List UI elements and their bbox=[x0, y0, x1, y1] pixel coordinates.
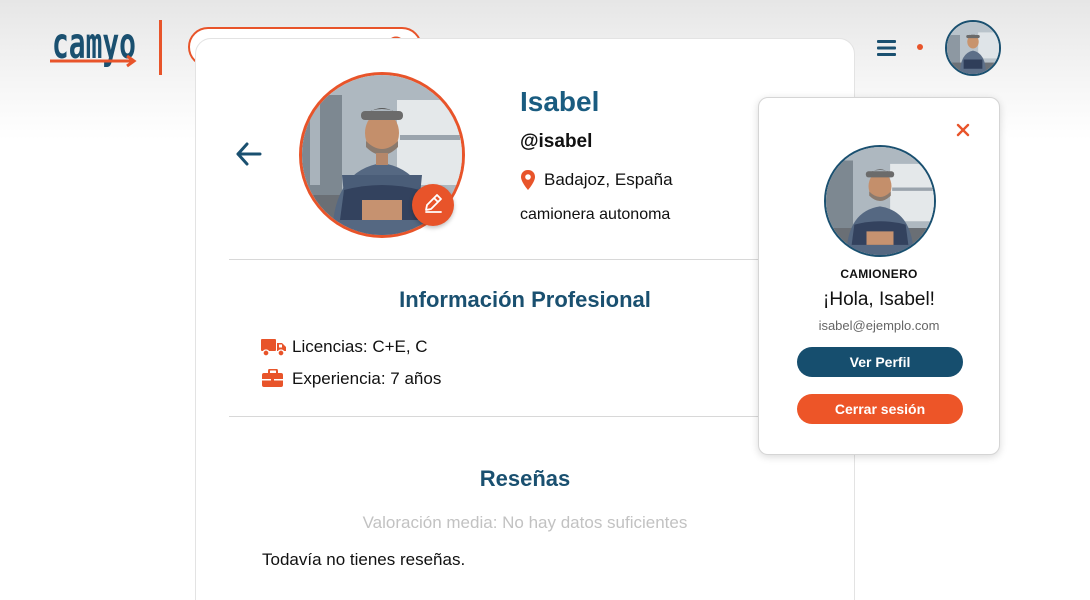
profile-name: Isabel bbox=[520, 86, 600, 117]
profile-handle: @isabel bbox=[520, 131, 593, 152]
popover-avatar bbox=[824, 145, 936, 257]
no-reviews-message: Todavía no tienes reseñas. bbox=[262, 550, 466, 569]
licenses-row: Licencias: C+E, C bbox=[261, 337, 428, 357]
greeting-text: ¡Hola, Isabel! bbox=[823, 289, 935, 310]
divider bbox=[229, 259, 821, 260]
user-email: isabel@ejemplo.com bbox=[818, 318, 940, 333]
experience-text: Experiencia: 7 años bbox=[292, 369, 442, 388]
location-text: Badajoz, España bbox=[544, 170, 673, 189]
average-rating: Valoración media: No hay datos suficient… bbox=[362, 513, 688, 532]
pencil-icon bbox=[422, 192, 444, 219]
header-avatar[interactable] bbox=[945, 20, 1001, 76]
licenses-text: Licencias: C+E, C bbox=[292, 337, 428, 356]
profile-bio: camionera autonoma bbox=[520, 206, 671, 223]
experience-row: Experiencia: 7 años bbox=[261, 369, 441, 389]
profile-location: Badajoz, España bbox=[520, 170, 673, 190]
logo-divider bbox=[159, 20, 162, 75]
close-icon[interactable] bbox=[955, 122, 971, 138]
edit-photo-button[interactable] bbox=[412, 184, 454, 226]
user-menu-popover: CAMIONERO ¡Hola, Isabel! isabel@ejemplo.… bbox=[758, 97, 1000, 455]
user-role: CAMIONERO bbox=[840, 267, 918, 281]
notification-dot bbox=[917, 44, 923, 50]
briefcase-icon bbox=[261, 369, 287, 389]
location-pin-icon bbox=[520, 170, 536, 190]
truck-icon bbox=[261, 337, 287, 357]
reviews-title: Reseñas bbox=[479, 466, 571, 491]
back-arrow-icon[interactable] bbox=[234, 140, 262, 168]
camyo-logo[interactable]: camyo bbox=[50, 18, 140, 74]
professional-info-title: Información Profesional bbox=[399, 287, 651, 312]
hamburger-menu-icon[interactable] bbox=[876, 38, 898, 58]
divider bbox=[229, 416, 821, 417]
view-profile-button[interactable]: Ver Perfil bbox=[797, 347, 963, 377]
logout-button[interactable]: Cerrar sesión bbox=[797, 394, 963, 424]
